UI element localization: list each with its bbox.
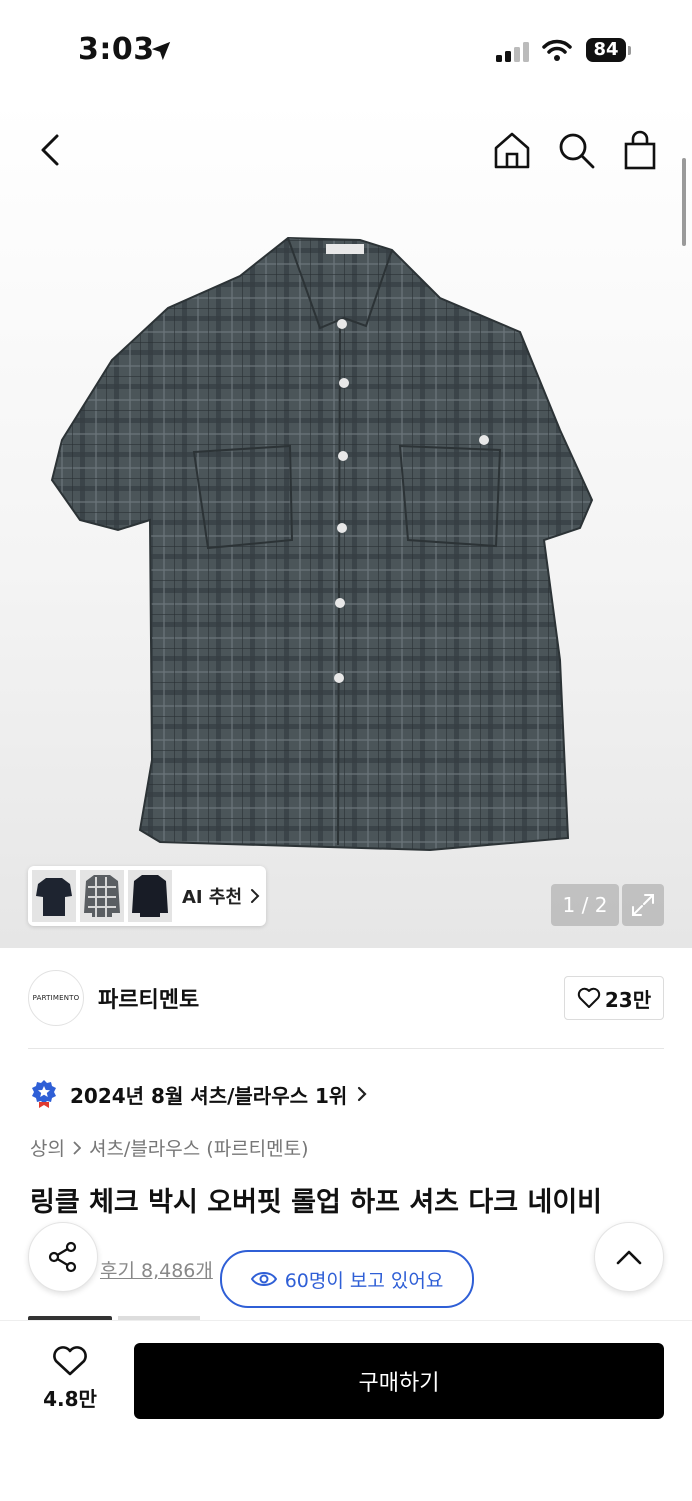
image-pager: 1 / 2 bbox=[551, 884, 619, 926]
status-time: 3:03 bbox=[78, 32, 155, 67]
wishlist-button[interactable]: 4.8만 bbox=[30, 1345, 110, 1417]
cart-button[interactable] bbox=[616, 126, 664, 174]
search-icon bbox=[559, 133, 595, 169]
breadcrumb-category[interactable]: 상의 bbox=[30, 1134, 65, 1161]
search-button[interactable] bbox=[552, 126, 600, 174]
battery-nub bbox=[628, 46, 631, 55]
shopping-bag-icon bbox=[624, 130, 656, 170]
chevron-right-icon bbox=[251, 889, 260, 903]
recommend-thumb-2[interactable] bbox=[80, 870, 124, 922]
brand-logo[interactable]: PARTIMENTO bbox=[28, 970, 84, 1026]
heart-outline-icon bbox=[53, 1346, 87, 1376]
ai-recommend-strip[interactable]: AI 추천 bbox=[28, 866, 266, 926]
review-link[interactable]: 후기 8,486개 bbox=[100, 1256, 213, 1283]
divider bbox=[28, 1048, 664, 1049]
back-icon bbox=[41, 134, 59, 166]
scroll-top-button[interactable] bbox=[594, 1222, 664, 1292]
battery-indicator: 84 bbox=[586, 38, 634, 64]
brand-name[interactable]: 파르티멘토 bbox=[98, 982, 199, 1014]
ai-recommend-label: AI 추천 bbox=[182, 887, 243, 908]
product-image[interactable] bbox=[0, 100, 692, 948]
shirt-image bbox=[50, 236, 594, 852]
chevron-right-icon bbox=[73, 1140, 81, 1155]
ranking-text: 2024년 8월 셔츠/블라우스 1위 bbox=[70, 1083, 348, 1108]
share-button[interactable] bbox=[28, 1222, 98, 1292]
wishlist-count: 4.8만 bbox=[43, 1387, 97, 1411]
ranking-badge-icon bbox=[32, 1080, 56, 1108]
product-title: 링클 체크 박시 오버핏 롤업 하프 셔츠 다크 네이비 bbox=[30, 1187, 602, 1218]
bottom-action-bar: 4.8만 구매하기 bbox=[0, 1320, 692, 1501]
breadcrumb-subcategory[interactable]: 셔츠/블라우스 (파르티멘토) bbox=[89, 1134, 309, 1161]
chevron-right-icon bbox=[358, 1086, 367, 1102]
recommend-thumb-3[interactable] bbox=[128, 870, 172, 922]
ranking-link[interactable]: 2024년 8월 셔츠/블라우스 1위 bbox=[30, 1078, 367, 1110]
status-bar: 3:03 84 bbox=[0, 0, 692, 100]
eye-icon bbox=[250, 1272, 277, 1286]
wifi-icon bbox=[542, 39, 572, 61]
chevron-up-icon bbox=[616, 1250, 642, 1265]
heart-outline-icon bbox=[577, 987, 601, 1008]
cellular-signal-icon bbox=[496, 42, 529, 62]
expand-icon bbox=[632, 894, 654, 916]
brand-like-count: 23만 bbox=[604, 987, 652, 1012]
back-button[interactable] bbox=[26, 126, 74, 174]
buy-button[interactable]: 구매하기 bbox=[134, 1343, 664, 1419]
viewers-text: 60명이 보고 있어요 bbox=[284, 1269, 444, 1292]
share-icon bbox=[48, 1241, 77, 1273]
viewers-badge: 60명이 보고 있어요 bbox=[220, 1250, 474, 1308]
expand-image-button[interactable] bbox=[622, 884, 664, 926]
battery-level: 84 bbox=[586, 38, 626, 62]
recommend-thumb-1[interactable] bbox=[32, 870, 76, 922]
location-arrow-icon bbox=[151, 41, 171, 61]
home-icon bbox=[494, 132, 530, 169]
page-scrollbar[interactable] bbox=[682, 158, 686, 246]
home-button[interactable] bbox=[488, 126, 536, 174]
brand-like-button[interactable]: 23만 bbox=[564, 976, 664, 1020]
breadcrumb: 상의 셔츠/블라우스 (파르티멘토) bbox=[30, 1134, 309, 1161]
brand-row[interactable]: PARTIMENTO 파르티멘토 23만 bbox=[28, 968, 664, 1028]
